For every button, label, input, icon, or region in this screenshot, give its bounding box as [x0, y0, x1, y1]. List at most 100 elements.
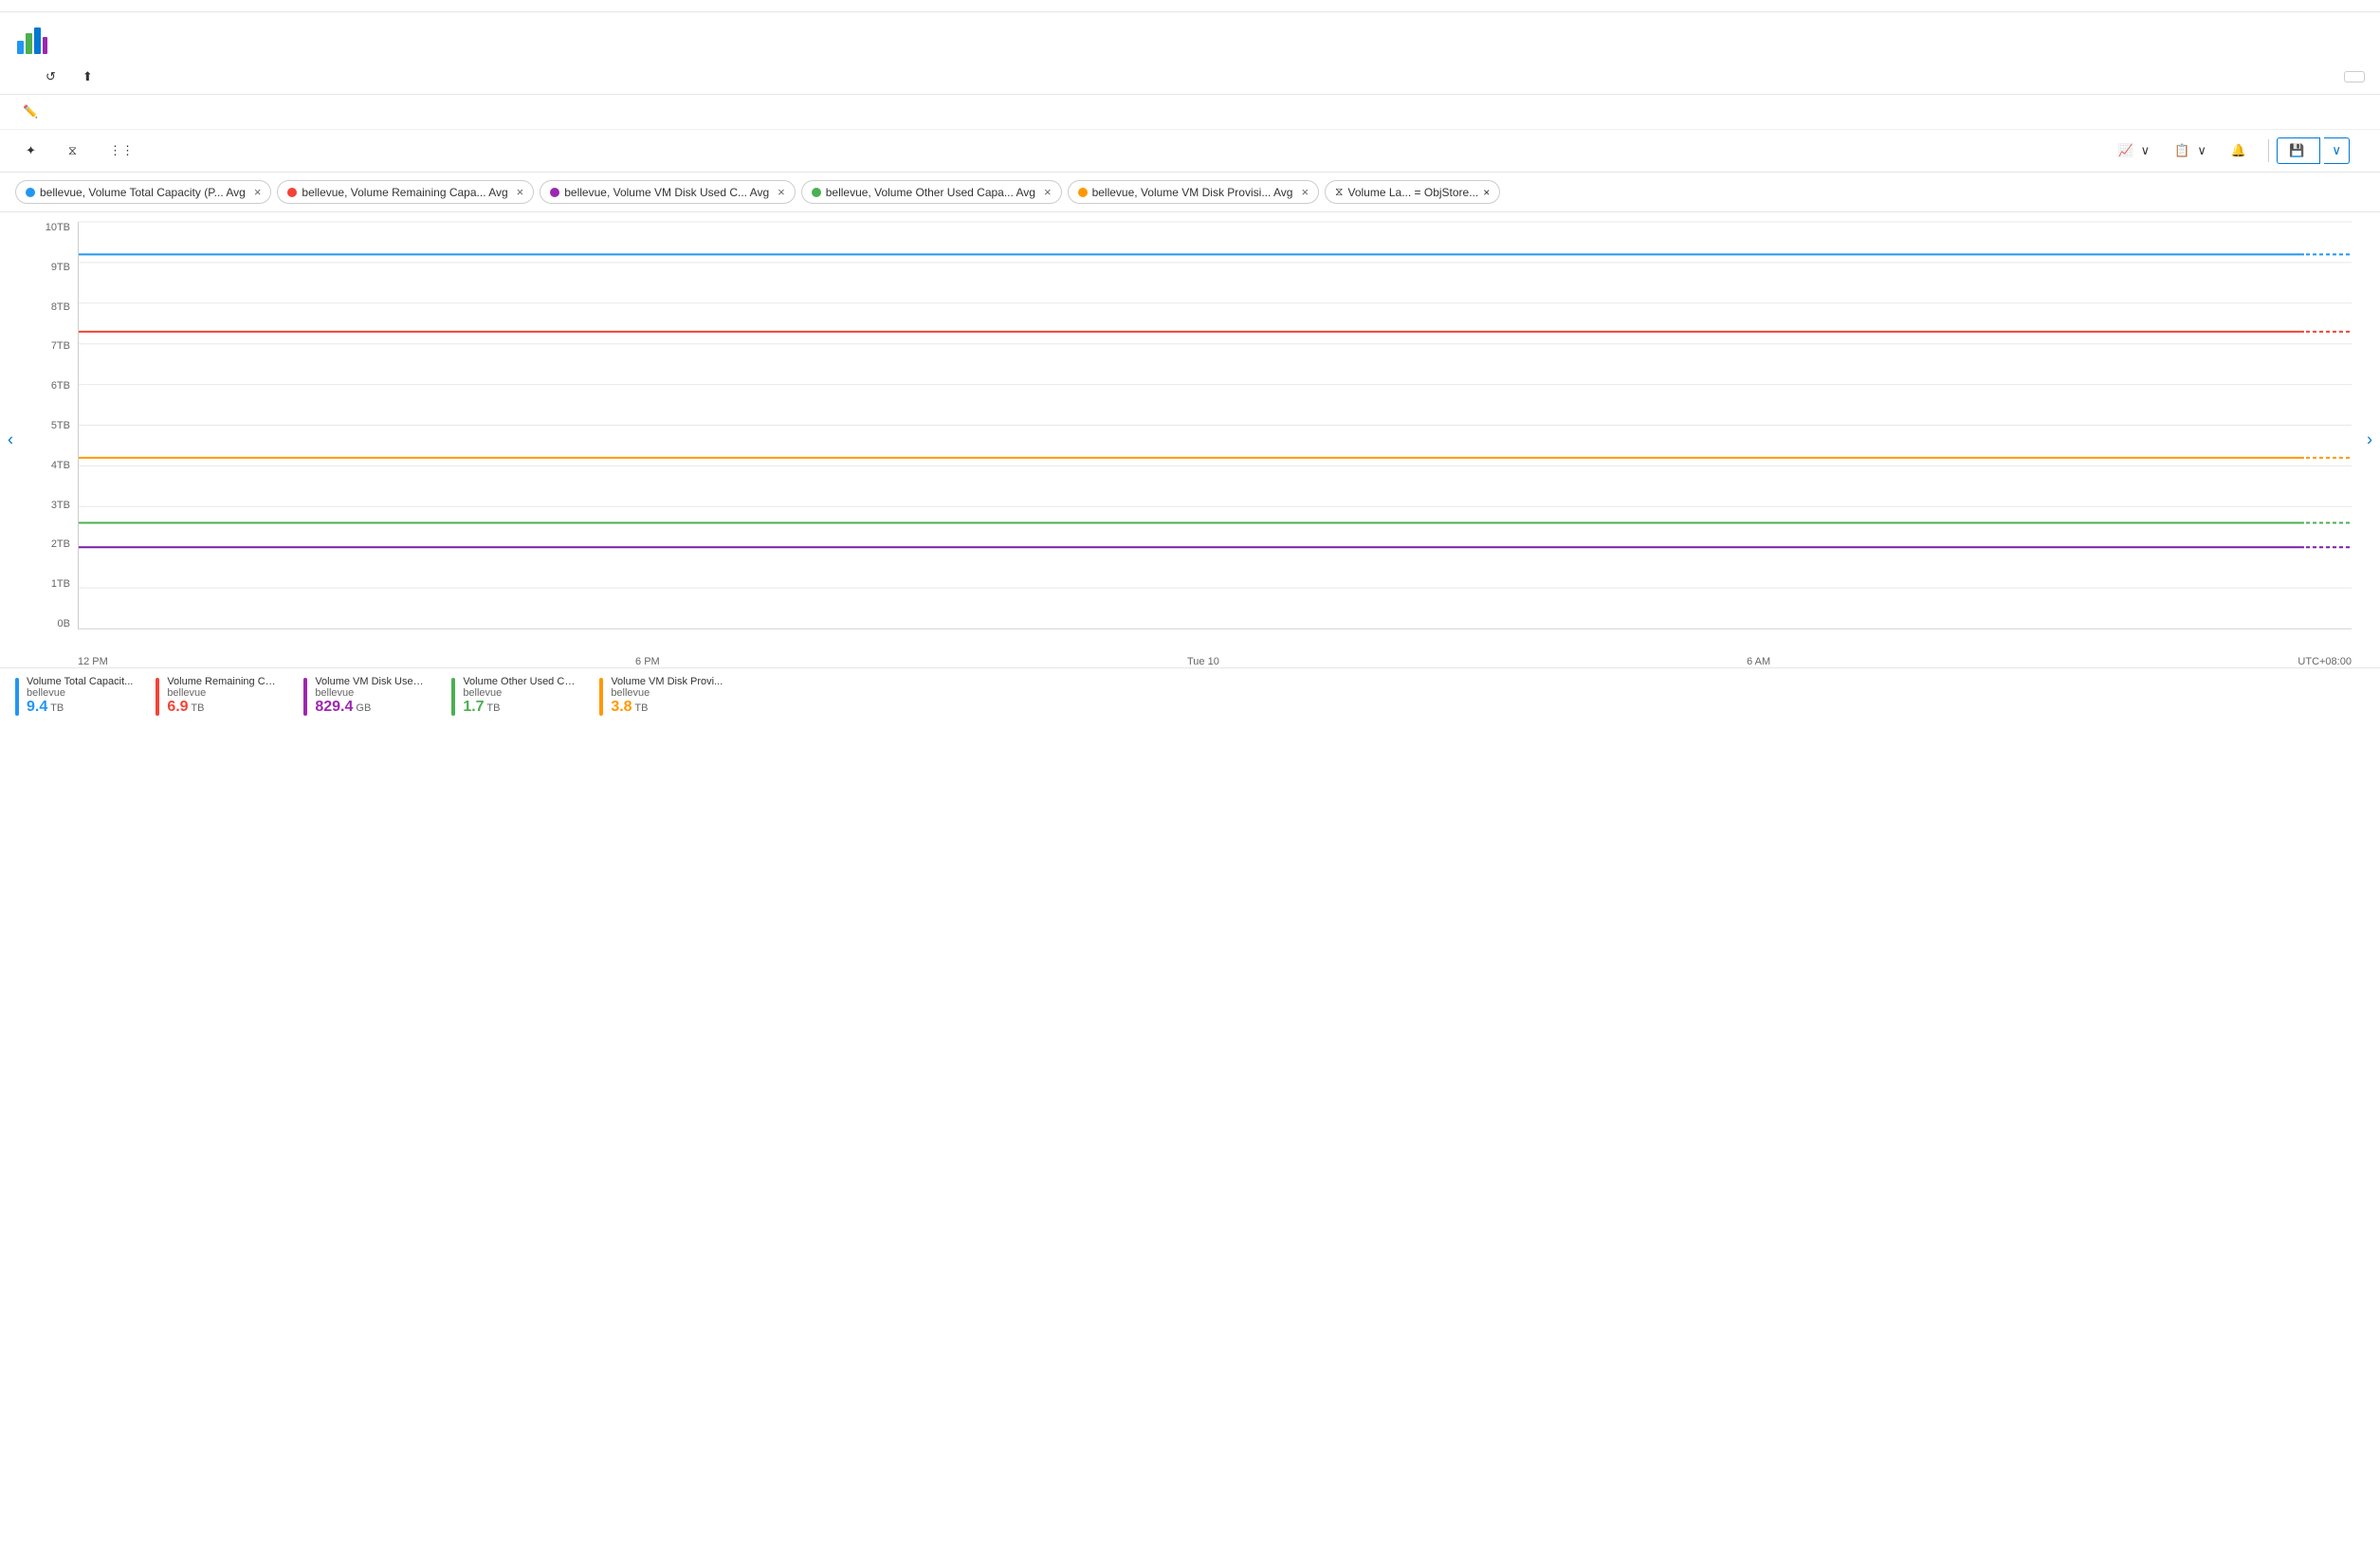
share-icon: ⬆	[82, 69, 93, 84]
pill-remove-4[interactable]: ×	[1044, 185, 1052, 199]
more-options-button[interactable]	[2353, 147, 2365, 155]
x-label-1: 6 PM	[635, 656, 660, 667]
legend-area: Volume Total Capacit... bellevue 9.4 TB …	[0, 667, 2380, 723]
pill-remove-1[interactable]: ×	[254, 185, 262, 199]
legend-color-3	[303, 678, 307, 716]
alert-icon: 🔔	[2231, 143, 2246, 158]
pill-text-2: bellevue, Volume Remaining Capa... Avg	[302, 186, 507, 199]
legend-subtitle-3: bellevue	[315, 687, 429, 699]
metric-pill-1[interactable]: bellevue, Volume Total Capacity (P... Av…	[15, 180, 271, 204]
chart-drawing-area	[78, 222, 2352, 629]
pill-remove-2[interactable]: ×	[517, 185, 524, 199]
top-toolbar: ↺ ⬆	[0, 60, 2380, 95]
legend-color-1	[15, 678, 19, 716]
filter-pill-remove[interactable]: ×	[1483, 186, 1490, 199]
y-label-1: 9TB	[51, 262, 70, 273]
metric-pill-5[interactable]: bellevue, Volume VM Disk Provisi... Avg ×	[1068, 180, 1319, 204]
save-icon: 💾	[2289, 143, 2304, 158]
legend-item-4: Volume Other Used Ca... bellevue 1.7 TB	[451, 676, 577, 716]
chart-inner-container: 10TB9TB8TB7TB6TB5TB4TB3TB2TB1TB0B 12 PM6…	[28, 212, 2352, 667]
legend-text-4: Volume Other Used Ca... bellevue 1.7 TB	[463, 676, 577, 716]
x-axis: 12 PM6 PMTue 106 AMUTC+08:00	[78, 652, 2352, 667]
y-label-3: 7TB	[51, 340, 70, 352]
y-label-9: 1TB	[51, 578, 70, 590]
new-alert-rule-button[interactable]: 🔔	[2221, 137, 2261, 164]
apply-splitting-icon: ⋮⋮	[109, 143, 134, 158]
y-label-0: 10TB	[46, 222, 70, 233]
add-filter-icon: ⧖	[68, 143, 77, 158]
legend-value-4: 1.7 TB	[463, 699, 577, 716]
legend-text-3: Volume VM Disk Used ... bellevue 829.4 G…	[315, 676, 429, 716]
y-label-5: 5TB	[51, 420, 70, 431]
filter-pill-text: Volume La... = ObjStore...	[1347, 186, 1478, 199]
legend-color-2	[156, 678, 159, 716]
toolbar-divider	[2268, 139, 2269, 162]
y-axis: 10TB9TB8TB7TB6TB5TB4TB3TB2TB1TB0B	[28, 222, 76, 629]
y-label-10: 0B	[58, 618, 70, 629]
apply-splitting-button[interactable]: ⋮⋮	[99, 137, 148, 164]
pill-color-1	[26, 188, 35, 197]
new-chart-button[interactable]	[15, 73, 30, 81]
filter-pill[interactable]: ⧖Volume La... = ObjStore...×	[1325, 180, 1500, 204]
y-label-6: 4TB	[51, 460, 70, 471]
metric-pill-3[interactable]: bellevue, Volume VM Disk Used C... Avg×	[540, 180, 795, 204]
add-metric-button[interactable]: ✦	[15, 137, 50, 164]
legend-subtitle-4: bellevue	[463, 687, 577, 699]
pill-color-2	[287, 188, 297, 197]
legend-subtitle-1: bellevue	[27, 687, 133, 699]
pill-remove-5[interactable]: ×	[1301, 185, 1309, 199]
pill-color-5	[1078, 188, 1088, 197]
pill-text-5: bellevue, Volume VM Disk Provisi... Avg	[1092, 186, 1293, 199]
pill-text-1: bellevue, Volume Total Capacity (P... Av…	[40, 186, 246, 199]
y-label-7: 3TB	[51, 500, 70, 511]
chart-title-bar: ✏️	[0, 95, 2380, 130]
close-button[interactable]	[2350, 35, 2365, 43]
chart-nav-right[interactable]: ›	[2359, 423, 2380, 458]
legend-value-2: 6.9 TB	[167, 699, 281, 716]
save-dashboard-chevron-button[interactable]: ∨	[2324, 137, 2350, 164]
edit-title-icon[interactable]: ✏️	[23, 104, 38, 119]
top-nav	[0, 0, 2380, 12]
share-button[interactable]: ⬆	[75, 65, 108, 88]
legend-text-1: Volume Total Capacit... bellevue 9.4 TB	[27, 676, 133, 716]
drill-logs-icon: 📋	[2174, 143, 2189, 158]
legend-subtitle-5: bellevue	[611, 687, 723, 699]
pill-color-3	[550, 188, 559, 197]
page-header	[0, 12, 2380, 60]
refresh-icon: ↺	[46, 69, 56, 84]
metric-pill-4[interactable]: bellevue, Volume Other Used Capa... Avg ×	[801, 180, 1062, 204]
y-label-8: 2TB	[51, 538, 70, 550]
chart-toolbar: ✦ ⧖ ⋮⋮ 📈 ∨ 📋 ∨ 🔔 💾 ∨	[0, 130, 2380, 173]
drill-into-logs-button[interactable]: 📋 ∨	[2164, 137, 2217, 164]
legend-value-5: 3.8 TB	[611, 699, 723, 716]
legend-item-1: Volume Total Capacit... bellevue 9.4 TB	[15, 676, 133, 716]
legend-value-3: 829.4 GB	[315, 699, 429, 716]
metric-pills: bellevue, Volume Total Capacity (P... Av…	[0, 173, 2380, 212]
legend-item-2: Volume Remaining Cap... bellevue 6.9 TB	[156, 676, 281, 716]
refresh-button[interactable]: ↺	[38, 65, 67, 88]
metrics-icon	[15, 22, 49, 56]
legend-title-4: Volume Other Used Ca...	[463, 676, 577, 687]
chart-nav-left[interactable]: ‹	[0, 423, 21, 458]
metric-pill-2[interactable]: bellevue, Volume Remaining Capa... Avg ×	[277, 180, 534, 204]
legend-title-5: Volume VM Disk Provi...	[611, 676, 723, 687]
line-chart-icon: 📈	[2117, 143, 2133, 158]
save-to-dashboard-button[interactable]: 💾	[2277, 137, 2320, 164]
line-chart-button[interactable]: 📈 ∨	[2107, 137, 2160, 164]
add-metric-icon: ✦	[26, 143, 36, 158]
legend-title-1: Volume Total Capacit...	[27, 676, 133, 687]
legend-item-3: Volume VM Disk Used ... bellevue 829.4 G…	[303, 676, 429, 716]
chart-container: ‹ › 10TB9TB8TB7TB6TB5TB4TB3TB2TB1TB0B 12…	[0, 212, 2380, 667]
pill-text-4: bellevue, Volume Other Used Capa... Avg	[826, 186, 1035, 199]
y-label-2: 8TB	[51, 301, 70, 313]
add-filter-button[interactable]: ⧖	[58, 137, 91, 164]
drill-logs-chevron: ∨	[2197, 143, 2206, 158]
legend-value-1: 9.4 TB	[27, 699, 133, 716]
line-chart-chevron: ∨	[2141, 143, 2151, 158]
x-label-2: Tue 10	[1187, 656, 1219, 667]
pill-color-4	[812, 188, 821, 197]
pill-remove-3[interactable]: ×	[778, 185, 785, 199]
legend-subtitle-2: bellevue	[167, 687, 281, 699]
legend-title-2: Volume Remaining Cap...	[167, 676, 281, 687]
time-selector[interactable]	[2344, 71, 2365, 82]
